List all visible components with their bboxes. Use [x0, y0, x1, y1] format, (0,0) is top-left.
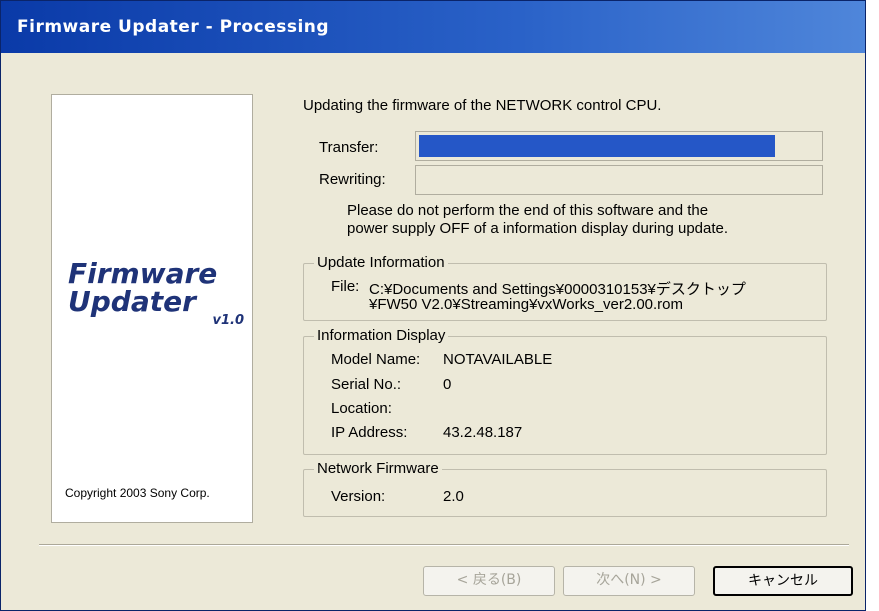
- serial-no-value: 0: [443, 376, 452, 393]
- logo-title: Firmware Updater: [68, 260, 217, 316]
- model-name-value: NOTAVAILABLE: [443, 351, 553, 368]
- back-button[interactable]: < 戻る(B): [423, 566, 555, 596]
- serial-no-label: Serial No.:: [331, 376, 402, 393]
- file-label: File:: [331, 278, 360, 295]
- logo-line2: Updater: [68, 285, 196, 318]
- logo-line1: Firmware: [68, 257, 218, 290]
- version-label: Version:: [331, 488, 386, 505]
- copyright-text: Copyright 2003 Sony Corp.: [65, 486, 210, 500]
- warning-line-2: power supply OFF of a information displa…: [347, 220, 729, 237]
- location-label: Location:: [331, 400, 392, 417]
- cancel-button[interactable]: キャンセル: [713, 566, 853, 596]
- update-information-title: Update Information: [314, 254, 448, 271]
- update-heading: Updating the firmware of the NETWORK con…: [303, 97, 662, 114]
- title-bar: Firmware Updater - Processing: [1, 1, 865, 53]
- ip-address-label: IP Address:: [331, 424, 408, 441]
- version-value: 2.0: [443, 488, 464, 505]
- ip-address-value: 43.2.48.187: [443, 424, 523, 441]
- logo-panel: Firmware Updater v1.0 Copyright 2003 Son…: [51, 94, 253, 523]
- network-firmware-title: Network Firmware: [314, 460, 442, 477]
- transfer-progress-bar: [415, 131, 823, 161]
- next-button[interactable]: 次へ(N) >: [563, 566, 695, 596]
- model-name-label: Model Name:: [331, 351, 421, 368]
- transfer-progress-fill: [419, 135, 775, 157]
- file-path-line-2: ¥FW50 V2.0¥Streaming¥vxWorks_ver2.00.rom: [369, 296, 684, 313]
- warning-line-1: Please do not perform the end of this so…: [347, 202, 709, 219]
- logo-version: v1.0: [212, 313, 244, 328]
- firmware-updater-window: Firmware Updater - Processing Firmware U…: [0, 0, 866, 611]
- footer-divider: [39, 544, 849, 546]
- information-display-title: Information Display: [314, 327, 449, 344]
- rewriting-label: Rewriting:: [319, 171, 386, 188]
- rewriting-progress-bar: [415, 165, 823, 195]
- transfer-label: Transfer:: [319, 139, 379, 156]
